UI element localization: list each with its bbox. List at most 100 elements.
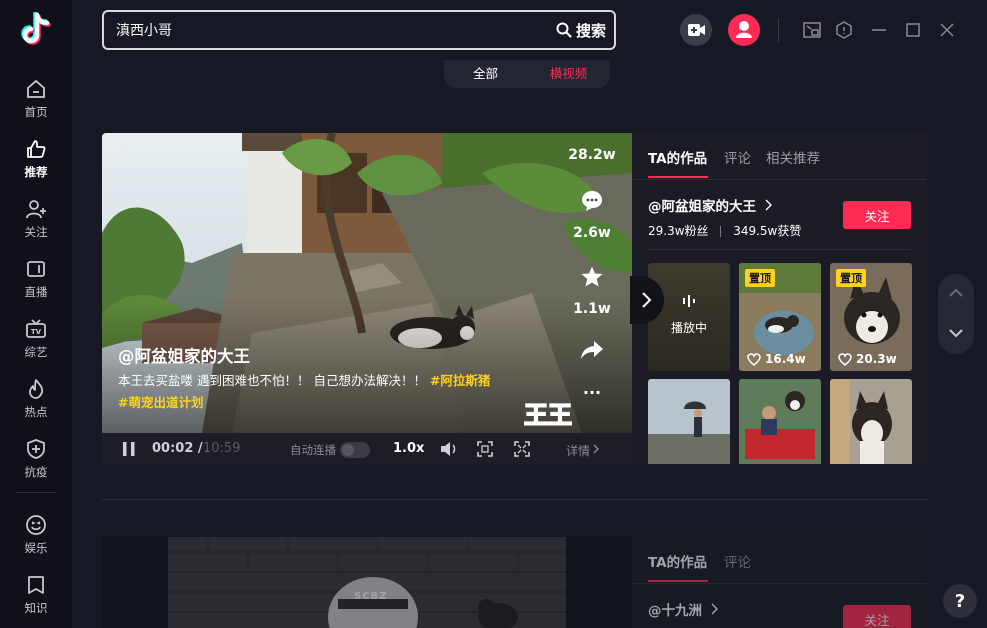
sidebar-item-label: 知识 (24, 601, 48, 615)
follower-count: 29.3w粉丝 (648, 224, 709, 238)
video-scroll-control (938, 274, 974, 354)
video-player[interactable]: 28.2w 2.6w 1.1w ··· @阿盆姐家的大王 本王去买盐喽 遇到困难… (102, 133, 632, 433)
sidebar-item-following[interactable]: 关注 (0, 192, 72, 246)
sidebar-item-hot[interactable]: 热点 (0, 372, 72, 426)
work-thumbnail[interactable] (739, 379, 821, 464)
live-icon (27, 261, 45, 277)
close-icon[interactable] (937, 20, 957, 40)
author-name-text: @十九洲 (648, 603, 702, 619)
details-link[interactable]: 详情 (566, 442, 590, 459)
star-icon[interactable] (580, 265, 604, 289)
video-author-handle[interactable]: @阿盆姐家的大王 (118, 343, 250, 367)
fit-screen-icon[interactable] (477, 441, 493, 457)
time-current: 00:02 / (152, 441, 203, 456)
avatar[interactable] (728, 14, 760, 46)
autoplay-toggle[interactable] (340, 442, 370, 458)
mini-window-icon[interactable] (802, 20, 822, 40)
author-name[interactable]: @十九洲 (648, 599, 719, 619)
help-button[interactable]: ? (943, 584, 977, 618)
search-input[interactable] (116, 20, 516, 40)
search-bar: 搜索 (102, 10, 616, 50)
work-thumbnail-playing[interactable]: 播放中 (648, 263, 730, 371)
heart-icon (838, 352, 852, 366)
upload-video-button[interactable] (680, 14, 712, 46)
time-total: 10:59 (203, 441, 241, 456)
chevron-up-icon[interactable] (948, 288, 964, 298)
sidebar-item-home[interactable]: 首页 (0, 72, 72, 126)
home-icon (27, 79, 45, 98)
search-icon (556, 22, 572, 38)
dog-portrait-image (830, 379, 912, 464)
tab-comments[interactable]: 评论 (724, 147, 751, 167)
sidebar-item-label: 抗疫 (24, 465, 48, 479)
panel-divider (632, 179, 927, 180)
sidebar-item-label: 直播 (24, 285, 48, 299)
sidebar-item-label: 首页 (24, 105, 48, 119)
search-button[interactable]: 搜索 (556, 18, 606, 42)
tab-all[interactable]: 全部 (444, 60, 527, 88)
work-thumbnail[interactable]: 置顶 20.3w (830, 263, 912, 371)
autoplay-label: 自动连播 (290, 443, 336, 457)
sidebar-divider (16, 492, 56, 493)
svg-text:TV: TV (31, 328, 42, 336)
sidebar: 首页 推荐 关注 直播 TV 综艺 热点 抗疫 娱乐 知识 (0, 0, 72, 628)
tab-related[interactable]: 相关推荐 (766, 147, 820, 167)
hashtag-link[interactable]: #萌宠出道计划 (118, 395, 203, 410)
sidebar-item-label: 关注 (24, 225, 48, 239)
pause-icon[interactable] (122, 441, 136, 457)
tab-comments[interactable]: 评论 (724, 551, 751, 571)
man-red-cart-image (739, 379, 821, 464)
hexagon-settings-icon[interactable] (834, 20, 854, 40)
panel-divider (648, 249, 911, 250)
thumbnail-like-count: 20.3w (856, 352, 897, 366)
work-thumbnail[interactable]: 置顶 16.4w (739, 263, 821, 371)
share-icon[interactable] (580, 339, 604, 361)
minimize-icon[interactable] (869, 20, 889, 40)
favorite-count: 1.1w (573, 301, 611, 317)
maximize-icon[interactable] (903, 20, 923, 40)
sidebar-item-entertainment[interactable]: 娱乐 (0, 508, 72, 562)
volume-icon[interactable] (440, 441, 458, 457)
header-divider (778, 18, 779, 42)
hashtag-link[interactable]: #阿拉斯猪 (430, 373, 490, 388)
tab-horizontal-video[interactable]: 横视频 (527, 60, 610, 88)
like-count: 28.2w (568, 147, 616, 163)
fullscreen-icon[interactable] (514, 441, 530, 457)
comment-count: 2.6w (573, 225, 611, 241)
playback-speed[interactable]: 1.0x (393, 441, 424, 456)
tiktok-logo-icon[interactable] (20, 12, 54, 48)
comment-icon[interactable] (580, 189, 604, 213)
chevron-right-icon (642, 292, 652, 308)
sidebar-item-recommend[interactable]: 推荐 (0, 132, 72, 186)
sidebar-item-live[interactable]: 直播 (0, 252, 72, 306)
sidebar-item-knowledge[interactable]: 知识 (0, 568, 72, 622)
search-button-label: 搜索 (575, 21, 606, 40)
sound-wave-icon (683, 295, 695, 307)
work-thumbnail[interactable] (830, 379, 912, 464)
thumbnail-like-count: 16.4w (765, 352, 806, 366)
follow-button[interactable]: 关注 (843, 201, 911, 229)
video-player[interactable]: SCBZ (102, 537, 632, 628)
user-icon (736, 21, 752, 38)
work-thumbnail[interactable] (648, 379, 730, 464)
video-frame-image (168, 537, 566, 628)
tab-author-works[interactable]: TA的作品 (648, 147, 707, 167)
video-add-icon (688, 24, 705, 36)
playing-label: 播放中 (670, 321, 707, 335)
person-umbrella-image (648, 379, 730, 464)
thumbs-up-icon (27, 140, 46, 158)
author-name-text: @阿盆姐家的大王 (648, 199, 756, 215)
chevron-down-icon[interactable] (948, 328, 964, 338)
pinned-badge: 置顶 (836, 269, 866, 287)
tab-author-works[interactable]: TA的作品 (648, 551, 707, 571)
follow-button[interactable]: 关注 (843, 605, 911, 628)
autoplay-toggle-knob (342, 444, 354, 456)
author-name[interactable]: @阿盆姐家的大王 (648, 195, 773, 215)
panel-divider (632, 583, 927, 584)
thumbnail-likes: 16.4w (747, 352, 806, 366)
book-icon (28, 576, 44, 594)
sidebar-item-variety[interactable]: TV 综艺 (0, 312, 72, 366)
tv-icon: TV (26, 319, 46, 338)
sidebar-item-epidemic[interactable]: 抗疫 (0, 432, 72, 486)
sidebar-item-label: 娱乐 (24, 541, 48, 555)
